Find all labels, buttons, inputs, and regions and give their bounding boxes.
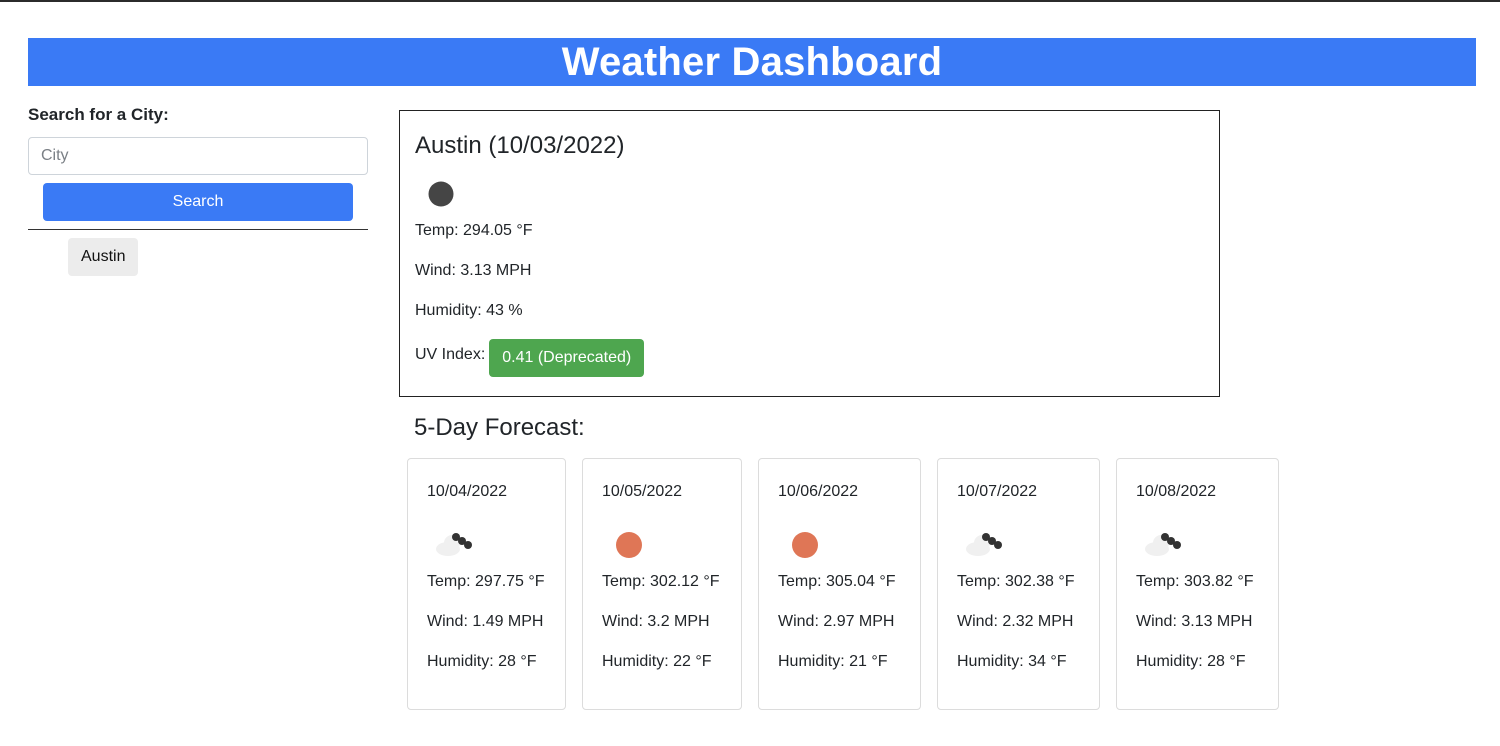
forecast-temp: Temp: 297.75 °F (427, 573, 545, 590)
forecast-temp: Temp: 302.12 °F (602, 573, 720, 590)
window-top-border (0, 0, 1500, 2)
forecast-humidity: Humidity: 22 °F (602, 653, 712, 670)
forecast-date: 10/04/2022 (427, 483, 508, 500)
search-label: Search for a City: (28, 105, 169, 124)
forecast-date: 10/05/2022 (602, 483, 683, 500)
uv-index-row: UV Index: 0.41 (Deprecated) (415, 339, 645, 377)
page-title: Weather Dashboard (561, 39, 943, 84)
forecast-card: 10/05/2022 Temp: 302.12 °F Wind: 3.2 MPH… (582, 458, 742, 710)
forecast-humidity: Humidity: 28 °F (1136, 653, 1246, 670)
forecast-wind: Wind: 1.49 MPH (427, 613, 544, 630)
uv-index-label: UV Index: (415, 346, 486, 363)
current-wind: Wind: 3.13 MPH (415, 262, 532, 279)
current-temp: Temp: 294.05 °F (415, 222, 533, 239)
forecast-humidity: Humidity: 34 °F (957, 653, 1067, 670)
search-button[interactable]: Search (43, 183, 353, 221)
forecast-card: 10/04/2022 Temp: 297.75 °F Wind: 1.49 MP… (407, 458, 566, 710)
current-humidity: Humidity: 43 % (415, 302, 523, 319)
forecast-card: 10/06/2022 Temp: 305.04 °F Wind: 2.97 MP… (758, 458, 921, 710)
search-divider (28, 229, 368, 230)
night-clear-icon (428, 181, 454, 207)
forecast-date: 10/08/2022 (1136, 483, 1217, 500)
forecast-date: 10/06/2022 (778, 483, 859, 500)
forecast-date: 10/07/2022 (957, 483, 1038, 500)
forecast-humidity: Humidity: 21 °F (778, 653, 888, 670)
forecast-humidity: Humidity: 28 °F (427, 653, 537, 670)
broken-clouds-icon (966, 533, 1002, 556)
forecast-wind: Wind: 2.32 MPH (957, 613, 1074, 630)
page-header: Weather Dashboard (28, 38, 1476, 86)
uv-index-badge: 0.41 (Deprecated) (489, 339, 645, 377)
history-city-button[interactable]: Austin (68, 238, 139, 276)
sun-icon (616, 532, 642, 558)
forecast-temp: Temp: 305.04 °F (778, 573, 896, 590)
broken-clouds-icon (1145, 533, 1181, 556)
forecast-title: 5-Day Forecast: (414, 414, 585, 441)
broken-clouds-icon (436, 533, 472, 556)
forecast-temp: Temp: 302.38 °F (957, 573, 1075, 590)
forecast-card: 10/07/2022 Temp: 302.38 °F Wind: 2.32 MP… (937, 458, 1100, 710)
sun-icon (792, 532, 818, 558)
current-weather-card: Austin (10/03/2022) Temp: 294.05 °F Wind… (399, 110, 1220, 397)
forecast-wind: Wind: 3.2 MPH (602, 613, 710, 630)
forecast-card: 10/08/2022 Temp: 303.82 °F Wind: 3.13 MP… (1116, 458, 1279, 710)
forecast-wind: Wind: 2.97 MPH (778, 613, 895, 630)
forecast-wind: Wind: 3.13 MPH (1136, 613, 1253, 630)
city-search-input[interactable] (28, 137, 368, 175)
forecast-temp: Temp: 303.82 °F (1136, 573, 1254, 590)
current-city-title: Austin (10/03/2022) (415, 132, 625, 159)
